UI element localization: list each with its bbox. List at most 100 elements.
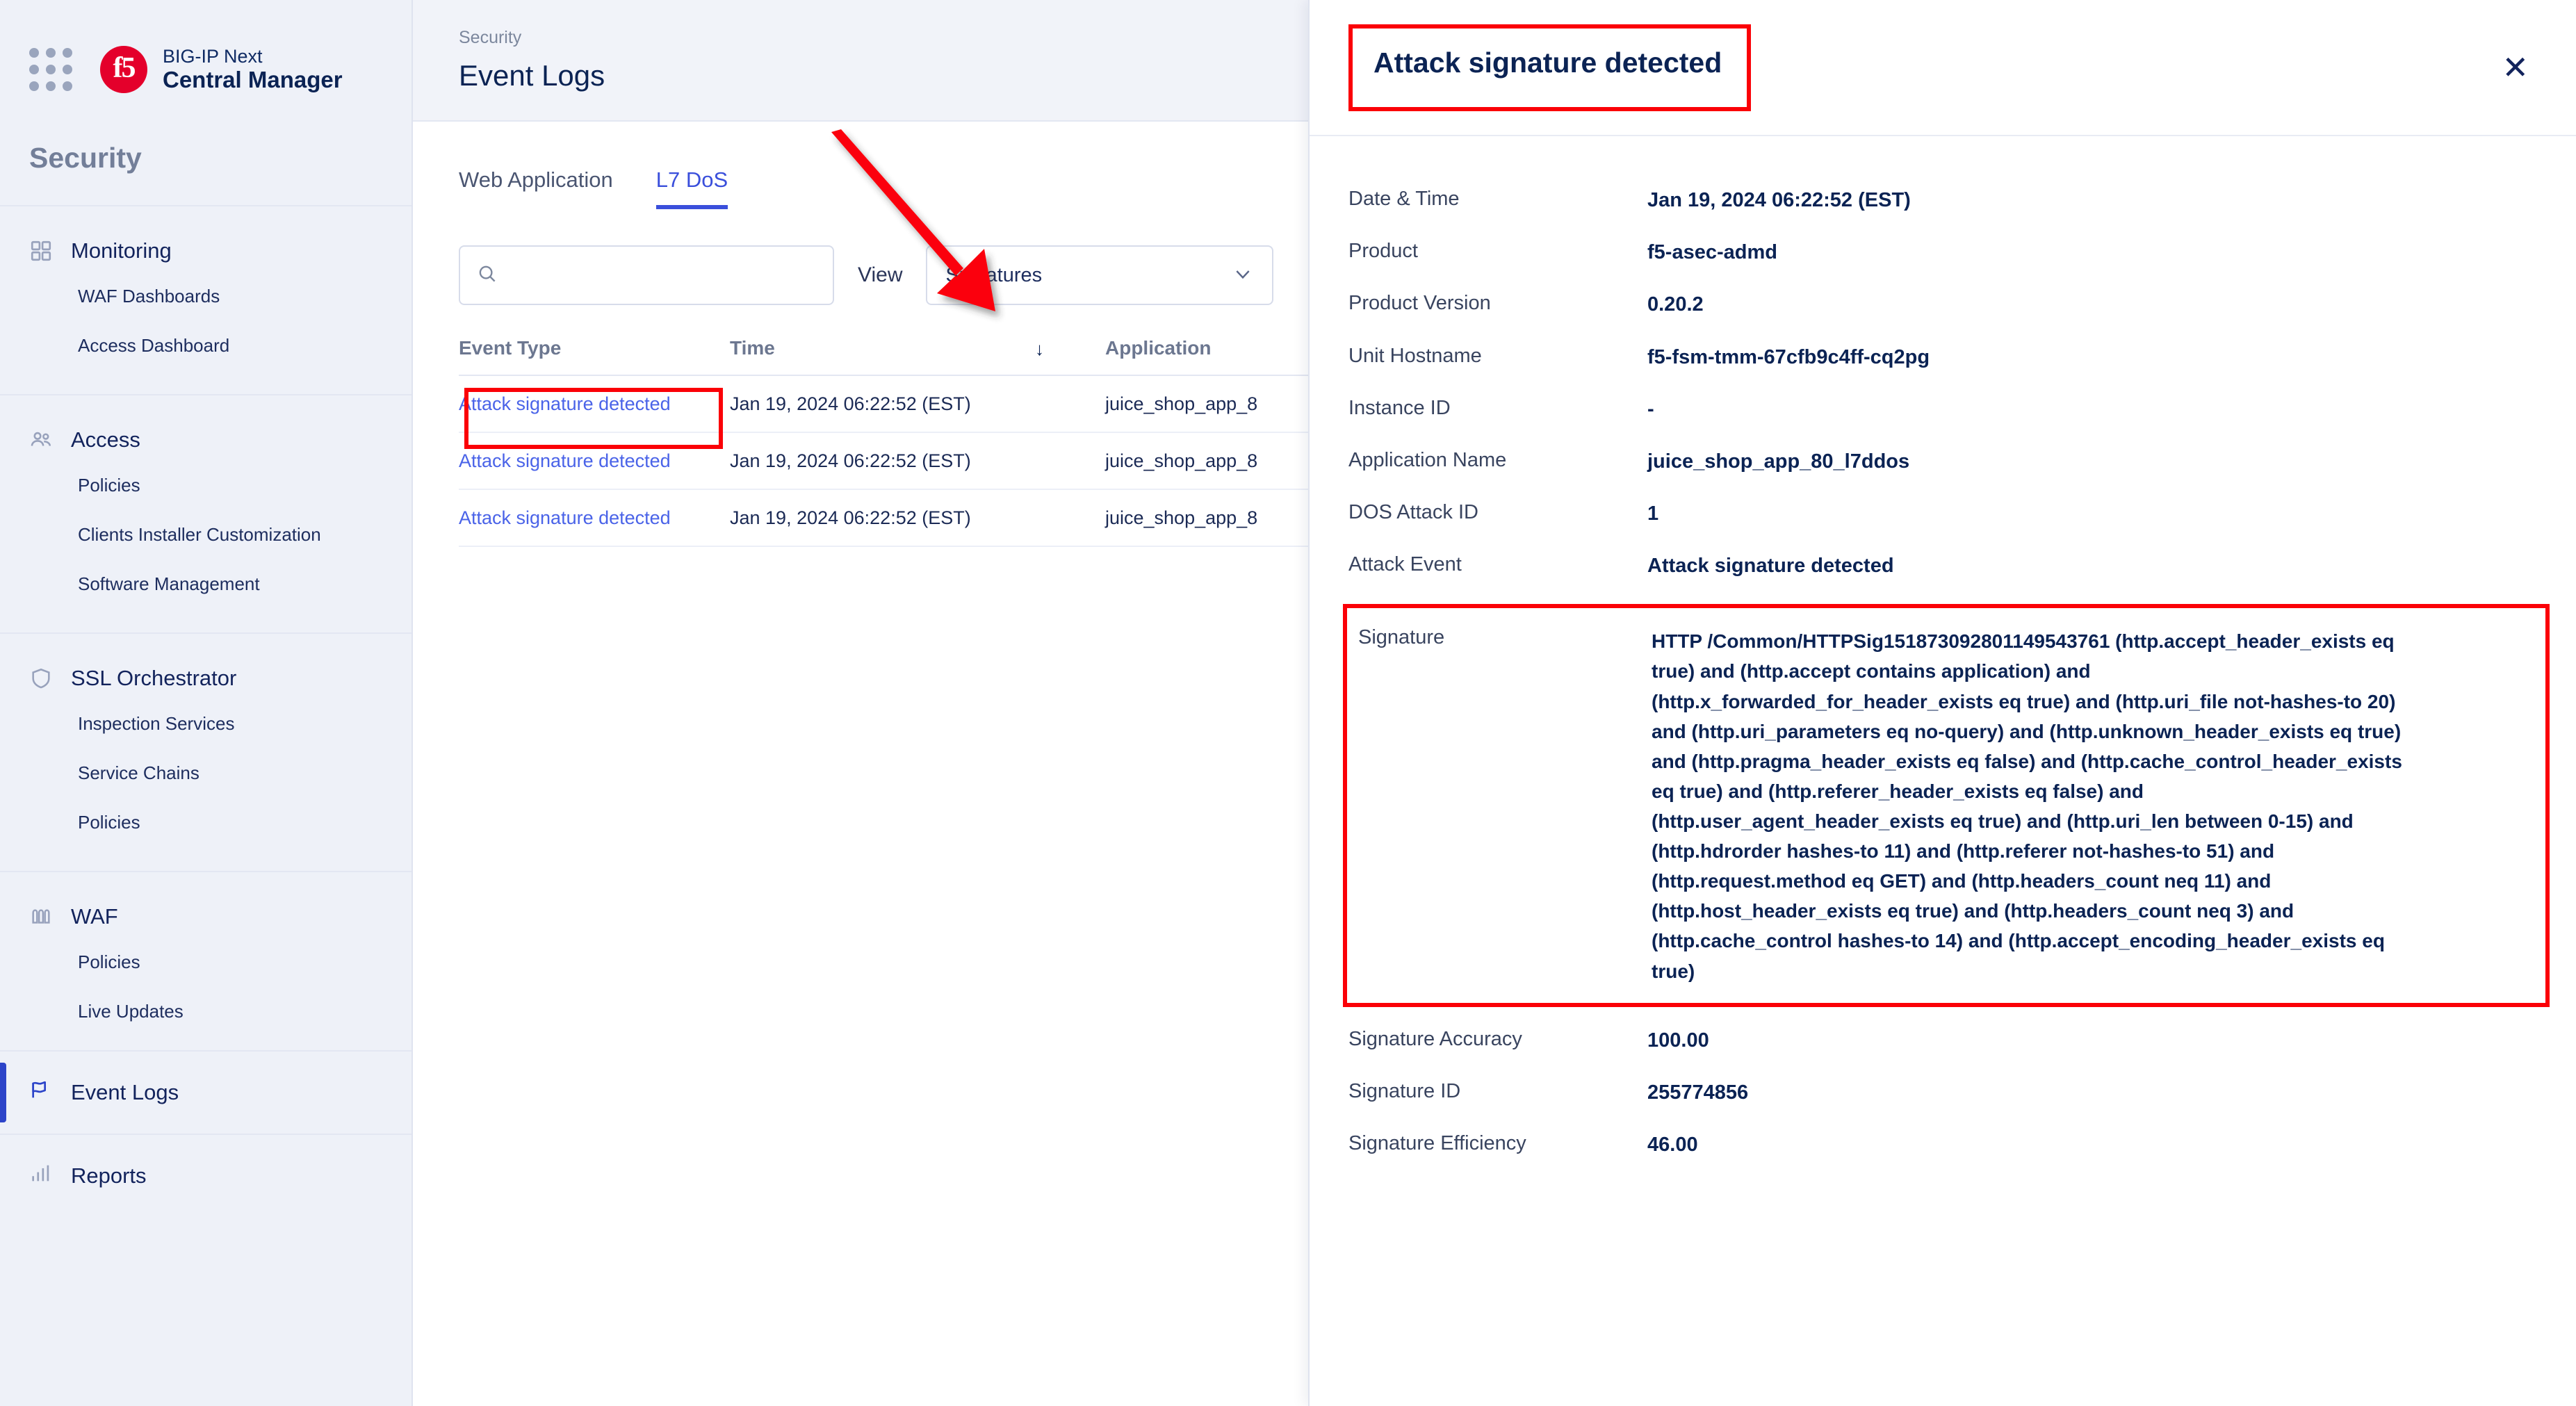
nav-group-ssl-orchestrator: SSL Orchestrator Inspection Services Ser… (0, 632, 411, 871)
sidebar-item-event-logs[interactable]: Event Logs (0, 1050, 411, 1134)
detail-field-label: Signature Efficiency (1348, 1132, 1526, 1155)
cell-time: Jan 19, 2024 06:22:52 (EST) (730, 450, 971, 471)
column-header-time-label: Time (730, 337, 775, 359)
sidebar-item-sslo-policies[interactable]: Policies (0, 798, 411, 847)
detail-field-value: HTTP /Common/HTTPSig15187309280114954376… (1652, 630, 2408, 982)
sidebar-item-label: Access (71, 427, 140, 452)
sidebar-item-reports[interactable]: Reports (0, 1134, 411, 1217)
event-detail-panel: Attack signature detected ✕ Date & Time … (1308, 0, 2576, 1406)
flag-icon (29, 1078, 53, 1107)
sidebar-item-access-dashboard[interactable]: Access Dashboard (0, 321, 411, 370)
sidebar-item-waf[interactable]: WAF (0, 896, 411, 938)
detail-field-label: Attack Event (1348, 553, 1462, 576)
view-label: View (858, 263, 903, 286)
close-icon[interactable]: ✕ (2495, 44, 2536, 90)
annotation-signature-highlight-box: Signature HTTP /Common/HTTPSig1518730928… (1343, 604, 2550, 1007)
sidebar-item-label: Monitoring (71, 238, 172, 263)
sidebar-item-label: Reports (71, 1163, 147, 1188)
cell-event-type[interactable]: Attack signature detected (459, 393, 730, 415)
wall-icon (29, 905, 53, 929)
detail-field-label: Product Version (1348, 292, 1491, 315)
detail-field-label: Date & Time (1348, 188, 1460, 210)
cell-time: Jan 19, 2024 06:22:52 (EST) (730, 393, 971, 414)
detail-panel-title: Attack signature detected (1373, 46, 1722, 79)
brand-product-line: BIG-IP Next (163, 46, 263, 67)
sort-descending-arrow-icon[interactable]: ↓ (1035, 338, 1044, 360)
column-header-event-type[interactable]: Event Type (459, 337, 730, 359)
detail-field-value: Attack signature detected (1647, 555, 1894, 578)
sidebar-item-ssl-orchestrator[interactable]: SSL Orchestrator (0, 657, 411, 699)
cell-time: Jan 19, 2024 06:22:52 (EST) (730, 507, 971, 528)
detail-field-product-version: Product Version 0.20.2 (1310, 291, 2576, 319)
cell-event-type[interactable]: Attack signature detected (459, 450, 730, 472)
tab-web-application[interactable]: Web Application (459, 167, 613, 209)
search-box[interactable] (459, 245, 834, 305)
users-icon (29, 428, 53, 452)
sidebar-item-waf-dashboards[interactable]: WAF Dashboards (0, 272, 411, 321)
detail-field-value: - (1647, 398, 1654, 420)
sidebar-item-service-chains[interactable]: Service Chains (0, 749, 411, 798)
column-header-time[interactable]: Time ↓ (730, 337, 1105, 359)
detail-field-label: Application Name (1348, 448, 1507, 471)
detail-field-instance-id: Instance ID - (1310, 395, 2576, 424)
detail-field-value: juice_shop_app_80_l7ddos (1647, 450, 1910, 473)
sidebar-item-label: WAF (71, 904, 118, 929)
sidebar-item-waf-policies[interactable]: Policies (0, 938, 411, 987)
detail-field-value: 100.00 (1647, 1029, 1709, 1052)
brand[interactable]: f5 BIG-IP Next Central Manager (100, 46, 343, 93)
annotation-title-highlight-box: Attack signature detected (1348, 24, 1752, 111)
detail-field-dos-attack-id: DOS Attack ID 1 (1310, 500, 2576, 528)
detail-field-label: Signature Accuracy (1348, 1027, 1522, 1050)
sidebar-item-live-updates[interactable]: Live Updates (0, 987, 411, 1036)
detail-field-label: DOS Attack ID (1348, 501, 1478, 524)
detail-field-signature-efficiency: Signature Efficiency 46.00 (1310, 1131, 2576, 1159)
chevron-down-icon (1232, 263, 1254, 288)
f5-logo-icon: f5 (100, 46, 147, 93)
bar-chart-icon (29, 1161, 53, 1191)
detail-panel-header: Attack signature detected ✕ (1310, 0, 2576, 136)
detail-field-value: 0.20.2 (1647, 293, 1704, 316)
dashboard-grid-icon (29, 239, 53, 263)
detail-field-label: Signature ID (1348, 1079, 1461, 1102)
sidebar: f5 BIG-IP Next Central Manager Security (0, 0, 413, 1406)
sidebar-item-label: SSL Orchestrator (71, 666, 237, 690)
detail-field-value: 46.00 (1647, 1134, 1698, 1156)
view-select-value: Signatures (945, 263, 1043, 286)
detail-field-application-name: Application Name juice_shop_app_80_l7ddo… (1310, 448, 2576, 476)
sidebar-nav: Monitoring WAF Dashboards Access Dashboa… (0, 205, 411, 1406)
view-select[interactable]: Signatures (926, 245, 1274, 305)
detail-field-label: Unit Hostname (1348, 344, 1482, 367)
sidebar-item-monitoring[interactable]: Monitoring (0, 230, 411, 272)
tab-l7-dos[interactable]: L7 DoS (655, 167, 728, 209)
detail-field-signature-accuracy: Signature Accuracy 100.00 (1310, 1027, 2576, 1055)
detail-field-label: Product (1348, 240, 1418, 263)
nav-group-waf: WAF Policies Live Updates (0, 871, 411, 1050)
search-icon (477, 263, 498, 288)
detail-panel-body: Date & Time Jan 19, 2024 06:22:52 (EST) … (1310, 136, 2576, 1183)
nav-group-monitoring: Monitoring WAF Dashboards Access Dashboa… (0, 205, 411, 394)
brand-product-name: Central Manager (163, 66, 343, 92)
detail-field-value: 1 (1647, 502, 1659, 525)
sidebar-item-access-policies[interactable]: Policies (0, 461, 411, 510)
cell-event-type[interactable]: Attack signature detected (459, 507, 730, 529)
sidebar-item-software-management[interactable]: Software Management (0, 559, 411, 609)
detail-field-product: Product f5-asec-admd (1310, 238, 2576, 267)
detail-field-label: Signature (1358, 626, 1445, 649)
sidebar-item-label: Event Logs (71, 1080, 179, 1104)
detail-field-signature-id: Signature ID 255774856 (1310, 1079, 2576, 1107)
detail-field-value: f5-asec-admd (1647, 241, 1777, 264)
sidebar-item-clients-installer-customization[interactable]: Clients Installer Customization (0, 510, 411, 559)
detail-field-date-time: Date & Time Jan 19, 2024 06:22:52 (EST) (1310, 186, 2576, 215)
nav-group-access: Access Policies Clients Installer Custom… (0, 394, 411, 632)
detail-field-unit-hostname: Unit Hostname f5-fsm-tmm-67cfb9c4ff-cq2p… (1310, 343, 2576, 372)
apps-grid-icon[interactable] (29, 48, 72, 91)
detail-field-label: Instance ID (1348, 396, 1451, 419)
detail-field-value: 255774856 (1647, 1081, 1749, 1104)
shield-icon (29, 667, 53, 690)
sidebar-item-access[interactable]: Access (0, 419, 411, 461)
search-input[interactable] (510, 264, 816, 286)
detail-field-signature: Signature HTTP /Common/HTTPSig1518730928… (1310, 604, 2576, 1007)
app-root: f5 BIG-IP Next Central Manager Security (0, 0, 2576, 1406)
detail-field-value: f5-fsm-tmm-67cfb9c4ff-cq2pg (1647, 345, 1930, 368)
sidebar-item-inspection-services[interactable]: Inspection Services (0, 699, 411, 749)
